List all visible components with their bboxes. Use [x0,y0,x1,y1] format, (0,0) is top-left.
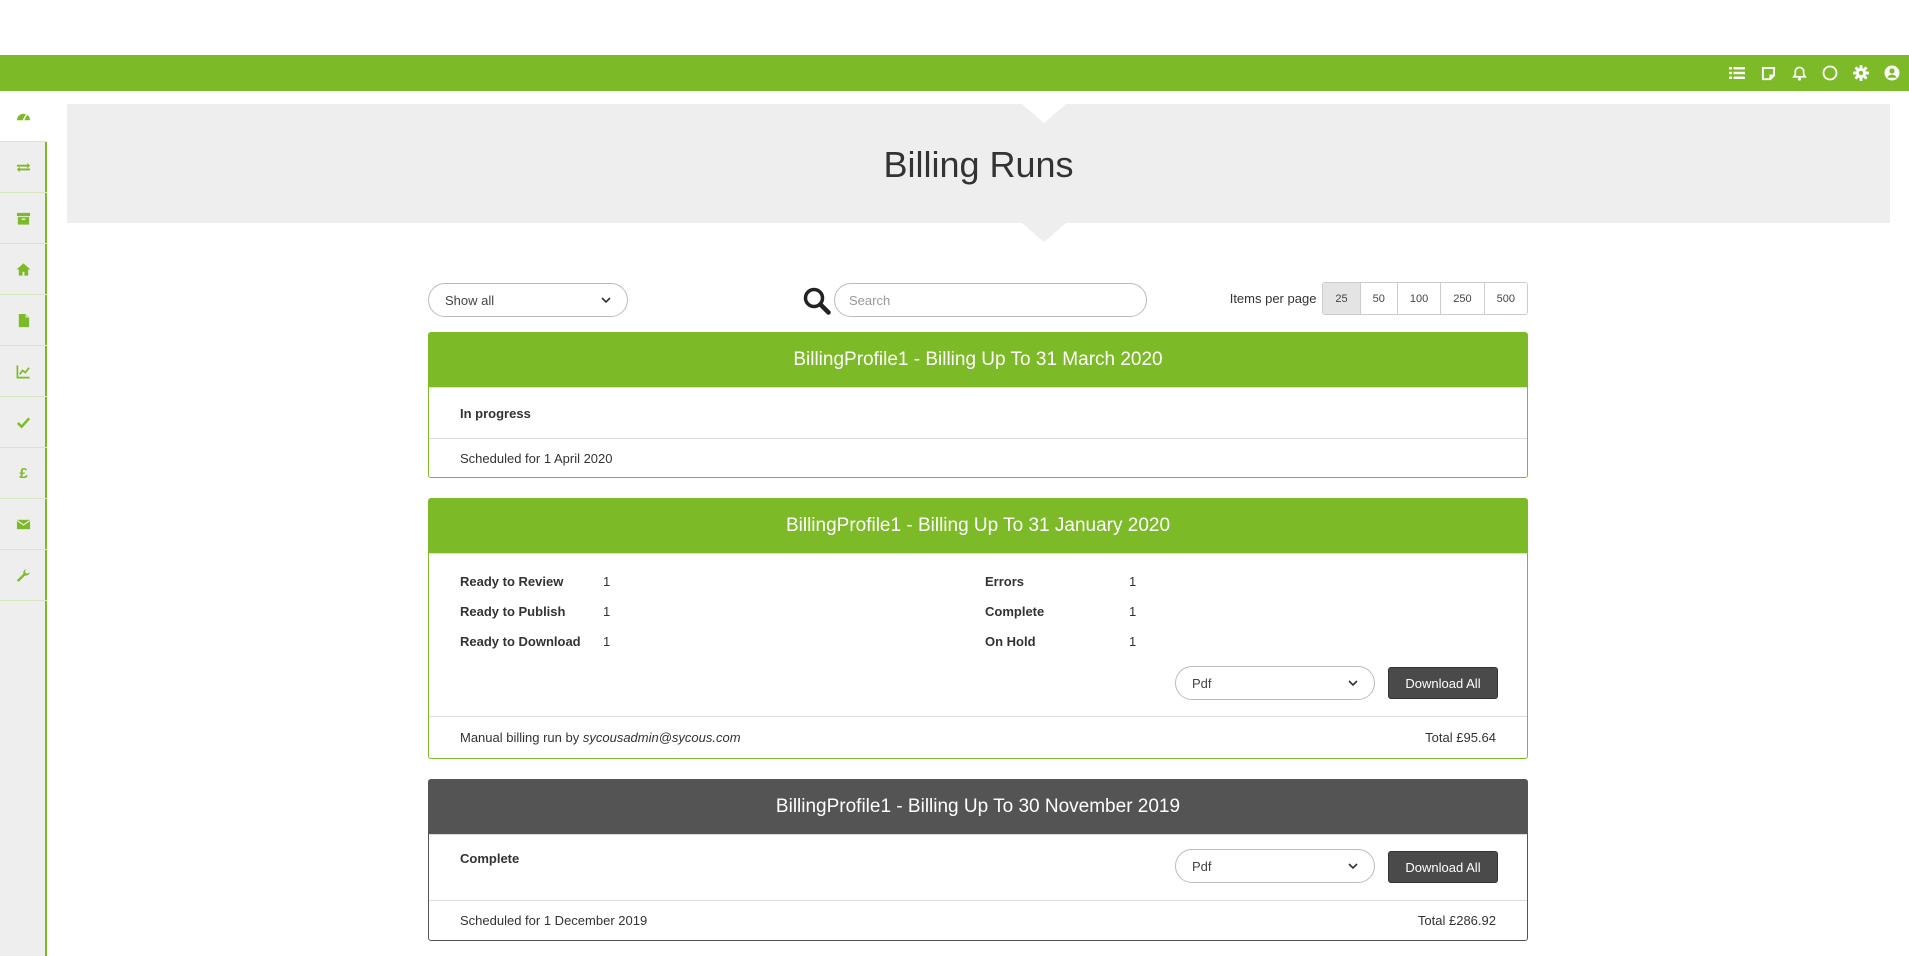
items-per-page-250[interactable]: 250 [1441,283,1485,314]
file-icon [18,313,30,327]
search-input[interactable]: Search [834,283,1147,317]
items-per-page-label: Items per page [1229,291,1317,306]
items-per-page: Items per page 25 50 100 250 500 [1230,282,1528,315]
stat-value: 1 [603,574,611,589]
items-per-page-100[interactable]: 100 [1397,283,1442,314]
chevron-down-icon [601,297,611,304]
billing-run-card: BillingProfile1 - Billing Up To 31 March… [428,332,1528,478]
stat-value: 1 [603,634,611,649]
billing-run-card: BillingProfile1 - Billing Up To 30 Novem… [428,779,1528,941]
stat-label: On Hold [985,634,1036,649]
stat-value: 1 [603,604,611,619]
billing-run-title[interactable]: BillingProfile1 - Billing Up To 31 Janua… [429,499,1527,553]
stat-label: Complete [985,604,1045,619]
status-filter-select[interactable]: Show all [428,283,628,317]
sidebar-item-documents[interactable] [0,295,47,346]
check-icon [17,416,31,428]
sidebar-item-messages[interactable] [0,499,47,550]
billing-run-total: Total £95.64 [1425,729,1496,745]
pound-icon: £ [19,464,28,482]
stat-value: 1 [1129,634,1137,649]
billing-run-creator: Manual billing run by sycousadmin@sycous… [460,730,741,745]
sidebar-item-dashboard[interactable] [0,91,47,142]
sidebar-item-billing[interactable]: £ [0,448,47,499]
circle-icon[interactable] [1821,64,1839,82]
envelope-icon [16,519,31,529]
billing-run-schedule: Scheduled for 1 April 2020 [460,451,613,466]
items-per-page-options: 25 50 100 250 500 [1322,282,1528,315]
creator-prefix: Manual billing run by [460,729,583,745]
sidebar-item-approvals[interactable] [0,397,47,448]
creator-email: sycousadmin@sycous.com [582,729,741,745]
sidebar: £ [0,91,47,956]
gear-icon[interactable] [1852,64,1870,82]
items-per-page-25[interactable]: 25 [1323,283,1361,314]
stat-label: Ready to Download [460,634,581,649]
download-all-button[interactable]: Download All [1388,851,1498,883]
header-notch-top [1022,104,1066,123]
exchange-icon [16,162,31,172]
sidebar-item-home[interactable] [0,244,47,295]
stat-value: 1 [1129,574,1137,589]
search-icon[interactable] [802,286,832,316]
format-select[interactable]: Pdf [1175,849,1375,883]
wrench-icon [17,568,30,582]
stat-value: 1 [1129,604,1137,619]
items-per-page-50[interactable]: 50 [1360,283,1398,314]
billing-run-card: BillingProfile1 - Billing Up To 31 Janua… [428,498,1528,759]
stat-label: Ready to Publish [460,604,566,619]
chevron-down-icon [1348,680,1358,687]
sidebar-item-tools[interactable] [0,550,47,601]
billing-run-status: Complete [460,851,520,866]
header-notch-bottom [1022,223,1066,242]
billing-run-stats: Ready to Review 1 Ready to Publish 1 Rea… [429,553,1527,716]
billing-run-footer: Scheduled for 1 December 2019 Total £286… [429,900,1527,940]
download-all-button[interactable]: Download All [1388,667,1498,699]
chevron-down-icon [1348,863,1358,870]
list-controls: Show all Search Items per page 25 50 100… [428,282,1528,318]
sidebar-item-archive[interactable] [0,193,47,244]
list-icon[interactable] [1728,64,1746,82]
page-title: Billing Runs [883,144,1074,185]
billing-run-footer: Scheduled for 1 April 2020 [429,438,1527,478]
sidebar-item-reports[interactable] [0,346,47,397]
page-header: Billing Runs [67,104,1890,242]
format-value: Pdf [1192,675,1212,691]
dashboard-icon [16,113,31,121]
stat-label: Ready to Review [460,574,564,589]
billing-run-total: Total £286.92 [1417,913,1496,928]
chart-icon [16,364,30,378]
top-bar [0,55,1909,91]
top-bar-icons [1728,55,1901,91]
sidebar-item-transfers[interactable] [0,142,47,193]
format-value: Pdf [1192,858,1212,874]
billing-run-title[interactable]: BillingProfile1 - Billing Up To 31 March… [429,333,1527,387]
bell-icon[interactable] [1790,64,1808,82]
archive-icon [16,212,31,225]
billing-run-schedule: Scheduled for 1 December 2019 [460,913,648,928]
note-icon[interactable] [1759,64,1777,82]
billing-run-status-row: In progress [429,387,1527,438]
format-select[interactable]: Pdf [1175,666,1375,700]
stat-label: Errors [985,574,1025,589]
user-icon[interactable] [1883,64,1901,82]
billing-run-status-row: Complete Pdf Download All [429,834,1527,900]
status-filter-value: Show all [445,292,495,308]
items-per-page-500[interactable]: 500 [1484,283,1527,314]
billing-run-status: In progress [460,405,531,421]
billing-run-footer: Manual billing run by sycousadmin@sycous… [429,716,1527,757]
home-icon [16,262,31,276]
billing-run-title[interactable]: BillingProfile1 - Billing Up To 30 Novem… [429,780,1527,834]
